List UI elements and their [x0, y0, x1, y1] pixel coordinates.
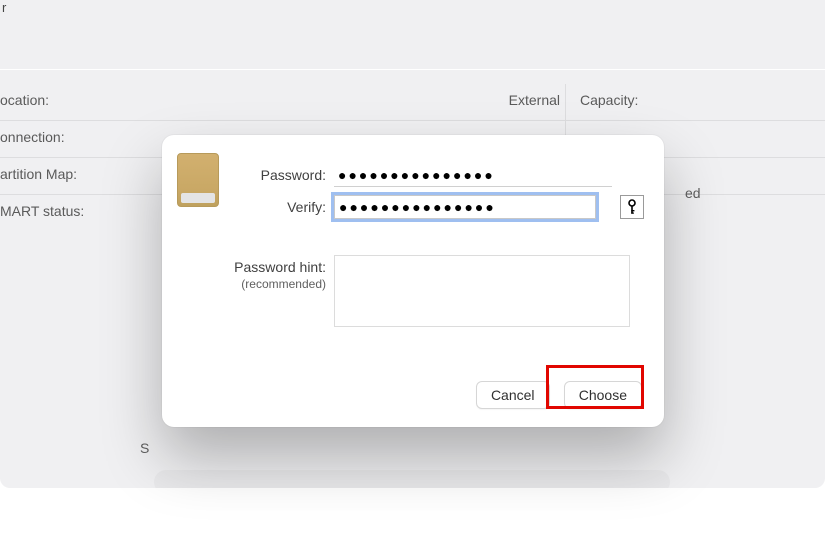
hint-row: Password hint: (recommended) — [234, 255, 644, 332]
verify-input[interactable] — [334, 195, 596, 219]
info-value-location: External — [509, 92, 560, 108]
disk-icon-wrap — [172, 153, 224, 233]
background-peek-left: S — [140, 440, 175, 456]
key-icon — [626, 199, 638, 215]
dialog-button-bar: Cancel Choose — [476, 381, 642, 409]
info-label-capacity: Capacity: — [580, 92, 638, 108]
password-row: Password: — [234, 163, 644, 187]
hint-label: Password hint: (recommended) — [234, 255, 334, 291]
disk-icon — [177, 153, 219, 207]
hint-label-text: Password hint: — [234, 259, 326, 275]
window-header-area: r — [0, 0, 825, 70]
hint-textarea[interactable] — [334, 255, 630, 327]
background-peek-right: ed — [685, 185, 701, 201]
info-row-location: ocation: External Capacity: — [0, 84, 825, 121]
password-label: Password: — [234, 163, 334, 183]
password-assistant-button[interactable] — [620, 195, 644, 219]
password-dialog: Password: Verify: Password hint: (recomm… — [162, 135, 664, 427]
password-field-wrap — [334, 163, 644, 187]
password-input[interactable] — [334, 163, 612, 187]
choose-button[interactable]: Choose — [564, 381, 642, 409]
truncated-title-letter: r — [2, 0, 6, 15]
hint-field-wrap — [334, 255, 644, 332]
verify-field-wrap — [334, 195, 644, 219]
verify-label: Verify: — [234, 195, 334, 215]
info-label-location: ocation: — [0, 92, 560, 108]
page-white-area — [0, 488, 825, 548]
cancel-button[interactable]: Cancel — [476, 381, 550, 409]
verify-row: Verify: — [234, 195, 644, 219]
hint-sublabel: (recommended) — [234, 277, 326, 291]
